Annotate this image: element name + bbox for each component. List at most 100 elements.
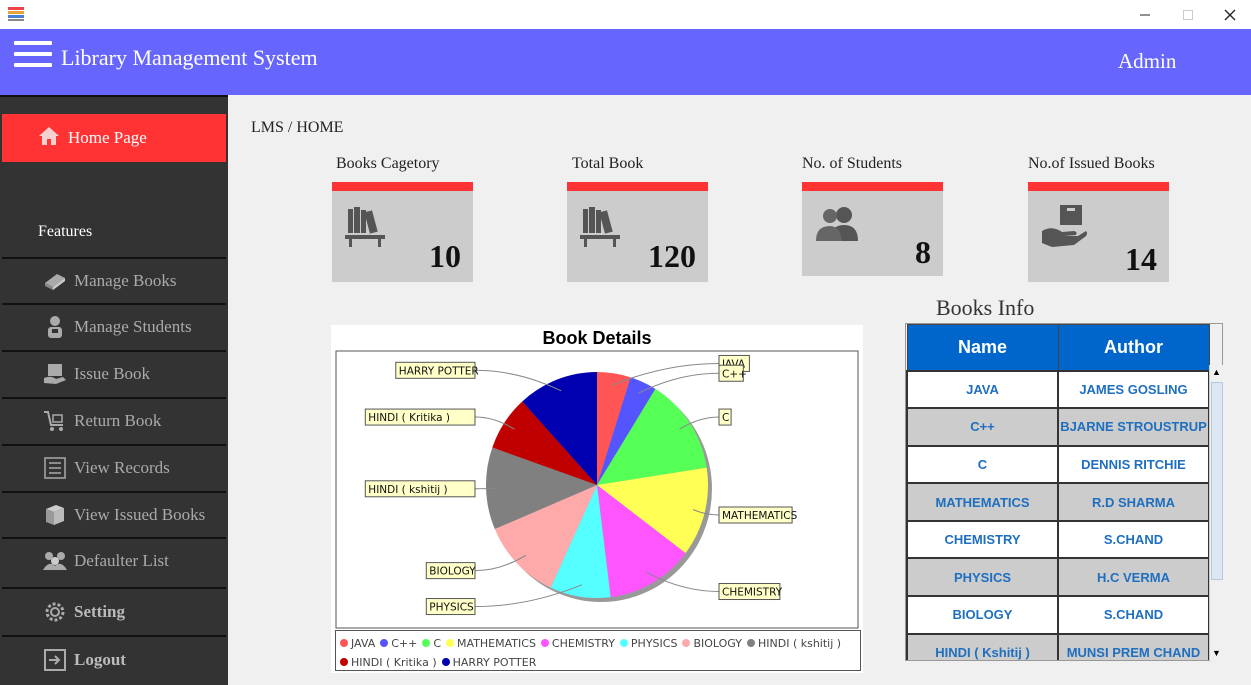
cell-book-name[interactable]: BIOLOGY	[906, 595, 1059, 635]
sidebar-item-label: Return Book	[74, 411, 162, 430]
sidebar-item-logout[interactable]: Logout	[2, 635, 226, 683]
minimize-icon	[1140, 14, 1150, 15]
sidebar-item-issue-book[interactable]: Issue Book	[2, 350, 226, 396]
cell-book-name[interactable]: MATHEMATICS	[906, 482, 1059, 522]
sidebar-item-view-issued-books[interactable]: View Issued Books	[2, 491, 226, 537]
legend-swatch	[446, 639, 455, 647]
legend-swatch	[380, 639, 389, 647]
legend-label: C++	[391, 637, 418, 650]
legend-label: HINDI ( Kritika )	[351, 656, 437, 669]
legend-swatch	[441, 658, 450, 666]
cell-author[interactable]: S.CHAND	[1057, 519, 1210, 560]
stat-card-issued-books: 14	[1028, 182, 1169, 282]
table-row[interactable]: C++ BJARNE STROUSTRUP	[906, 407, 1210, 447]
bookshelf-icon	[580, 207, 620, 247]
stat-label-students: No. of Students	[802, 155, 902, 172]
legend-entry: CHEMISTRY	[540, 634, 615, 653]
cell-book-name[interactable]: PHYSICS	[906, 557, 1059, 598]
legend-entry: HARRY POTTER	[441, 653, 537, 672]
stat-label-total-books: Total Book	[572, 155, 644, 172]
cell-author[interactable]: R.D SHARMA	[1057, 482, 1210, 522]
cell-book-name[interactable]: CHEMISTRY	[906, 519, 1059, 560]
books-icon	[42, 502, 68, 528]
cell-book-name[interactable]: HINDI ( Kshitij )	[906, 632, 1059, 660]
sidebar-item-setting[interactable]: Setting	[2, 587, 226, 635]
legend-entry: C++	[380, 634, 417, 653]
stat-value-students: 8	[915, 234, 931, 270]
app-icon	[8, 7, 24, 21]
main-content: LMS / HOME Books Cagetory 10 Total Book …	[228, 95, 1251, 685]
maximize-icon	[1183, 9, 1193, 20]
sidebar-item-view-records[interactable]: View Records	[2, 444, 226, 490]
legend-entry: MATHEMATICS	[446, 634, 536, 653]
menu-icon[interactable]	[14, 41, 52, 71]
cell-book-name[interactable]: C	[906, 444, 1059, 485]
column-header-name[interactable]: Name	[906, 324, 1059, 371]
sidebar-item-manage-books[interactable]: Manage Books	[2, 257, 226, 303]
close-button[interactable]	[1207, 0, 1251, 29]
legend-entry: HINDI ( kshitij )	[746, 634, 842, 653]
table-row[interactable]: CHEMISTRY S.CHAND	[906, 519, 1210, 560]
books-info-table: Name Author JAVA JAMES GOSLING C++ BJARNE S…	[905, 323, 1223, 661]
scroll-up-icon[interactable]: ▲	[1212, 367, 1221, 377]
legend-label: CHEMISTRY	[551, 637, 615, 650]
scroll-thumb[interactable]	[1211, 382, 1223, 580]
features-heading: Features	[38, 223, 93, 240]
sidebar-item-label: View Issued Books	[74, 505, 206, 524]
callout-label: MATHEMATICS	[722, 510, 798, 522]
legend-entry: C	[422, 634, 441, 653]
cell-author[interactable]: BJARNE STROUSTRUP	[1057, 407, 1210, 447]
pie-chart: JAVAC++CMATHEMATICSCHEMISTRYPHYSICSBIOLO…	[335, 350, 859, 629]
callout-label: C++	[722, 368, 747, 380]
cell-author[interactable]: S.CHAND	[1057, 595, 1210, 635]
student-icon	[42, 314, 68, 340]
sidebar-item-label: Home Page	[68, 128, 147, 147]
table-row[interactable]: MATHEMATICS R.D SHARMA	[906, 482, 1210, 522]
cell-author[interactable]: MUNSI PREM CHAND	[1057, 632, 1210, 660]
minimize-button[interactable]	[1122, 0, 1168, 29]
hand-box-icon	[1042, 205, 1087, 247]
legend-entry: PHYSICS	[619, 634, 678, 653]
legend-entry: HINDI ( Kritika )	[340, 653, 437, 672]
cell-author[interactable]: JAMES GOSLING	[1057, 369, 1210, 410]
scroll-down-icon[interactable]: ▼	[1212, 648, 1221, 658]
legend-label: HARRY POTTER	[452, 656, 537, 669]
stat-card-categories: 10	[332, 182, 473, 282]
table-row[interactable]: BIOLOGY S.CHAND	[906, 595, 1210, 635]
gear-icon	[42, 599, 68, 625]
table-row[interactable]: HINDI ( Kshitij ) MUNSI PREM CHAND	[906, 632, 1210, 660]
cell-book-name[interactable]: JAVA	[906, 369, 1059, 410]
cell-book-name[interactable]: C++	[906, 407, 1059, 447]
sidebar-item-return-book[interactable]: Return Book	[2, 397, 226, 443]
sidebar-item-manage-students[interactable]: Manage Students	[2, 303, 226, 349]
table-scrollbar[interactable]: ▲ ▼	[1209, 365, 1224, 662]
app-title: Library Management System	[61, 45, 318, 70]
table-row[interactable]: C DENNIS RITCHIE	[906, 444, 1210, 485]
legend-label: JAVA	[351, 637, 376, 650]
sidebar-item-label: Logout	[74, 650, 126, 669]
books-info-title: Books Info	[936, 295, 1035, 320]
list-icon	[42, 455, 68, 481]
legend-label: HINDI ( kshitij )	[757, 637, 842, 650]
logout-icon	[42, 647, 68, 673]
sidebar-item-home[interactable]: Home Page	[2, 114, 226, 162]
column-header-author[interactable]: Author	[1057, 324, 1210, 371]
home-icon	[38, 126, 60, 151]
callout-label: CHEMISTRY	[722, 587, 783, 599]
cell-author[interactable]: DENNIS RITCHIE	[1057, 444, 1210, 485]
cell-author[interactable]: H.C VERMA	[1057, 557, 1210, 598]
callout-label: C	[722, 412, 729, 424]
sidebar-item-label: Manage Students	[74, 317, 192, 336]
sidebar-item-defaulter-list[interactable]: Defaulter List	[2, 537, 226, 583]
stat-label-categories: Books Cagetory	[336, 155, 440, 172]
table-row[interactable]: PHYSICS H.C VERMA	[906, 557, 1210, 598]
user-label[interactable]: Admin	[1118, 49, 1176, 74]
callout-label: HINDI ( Kritika )	[368, 412, 450, 424]
table-row[interactable]: JAVA JAMES GOSLING	[906, 369, 1210, 410]
legend-entry: BIOLOGY	[682, 634, 742, 653]
sidebar-item-label: Defaulter List	[74, 551, 169, 570]
book-icon	[42, 268, 68, 294]
sidebar-item-label: View Records	[74, 458, 170, 477]
legend-label: PHYSICS	[630, 637, 678, 650]
maximize-button[interactable]	[1165, 0, 1211, 29]
